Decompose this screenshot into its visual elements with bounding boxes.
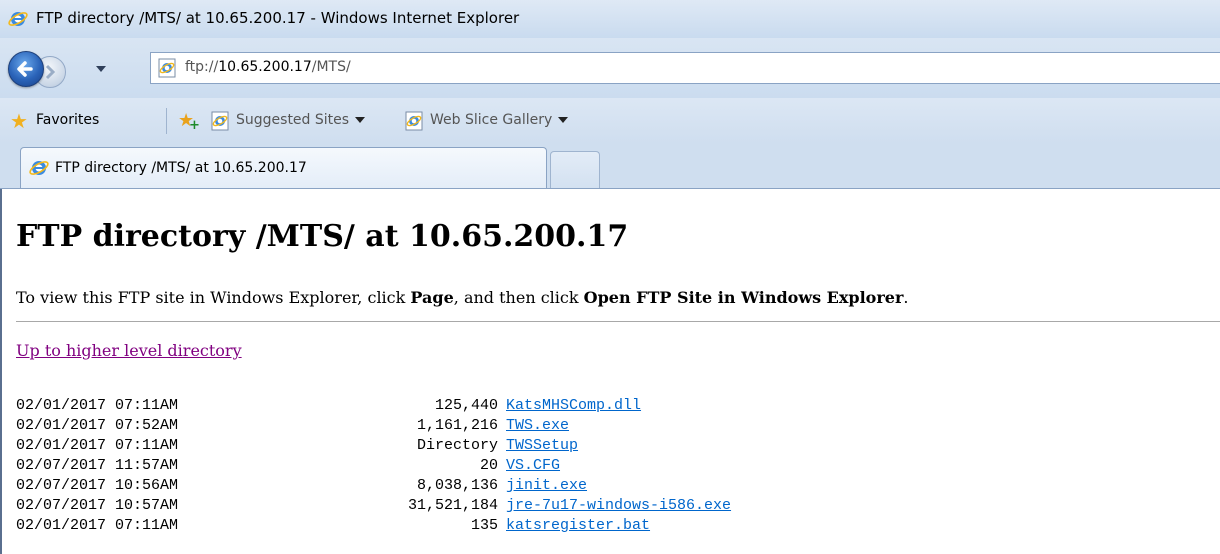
suggested-sites-icon	[211, 111, 229, 131]
file-size: 125,440	[434, 397, 498, 414]
navigation-bar: ftp://10.65.200.17/MTS/	[0, 38, 1220, 98]
add-to-favorites-bar-icon[interactable]: ★	[178, 111, 200, 137]
list-item: 02/01/2017 07:11AM 135 katsregister.bat	[16, 516, 731, 536]
web-slice-gallery-icon	[405, 111, 423, 131]
file-link[interactable]: jre-7u17-windows-i586.exe	[506, 497, 731, 514]
tab-label: FTP directory /MTS/ at 10.65.200.17	[55, 160, 307, 176]
file-size: Directory	[416, 437, 498, 454]
page-content: FTP directory /MTS/ at 10.65.200.17 To v…	[0, 189, 1220, 554]
file-size: 8,038,136	[416, 477, 498, 494]
new-tab-button[interactable]	[550, 151, 600, 188]
file-link[interactable]: VS.CFG	[506, 457, 560, 474]
suggested-sites-link[interactable]: Suggested Sites	[236, 112, 366, 128]
list-item: 02/07/2017 11:57AM 20 VS.CFG	[16, 456, 731, 476]
folder-link[interactable]: TWSSetup	[506, 437, 578, 454]
address-url: ftp://10.65.200.17/MTS/	[185, 59, 351, 75]
file-date: 02/01/2017 07:11AM	[16, 397, 179, 414]
file-listing: 02/01/2017 07:11AM 125,440 KatsMHSComp.dll…	[16, 396, 731, 536]
tab-ftp-directory[interactable]: FTP directory /MTS/ at 10.65.200.17	[20, 147, 547, 188]
file-link[interactable]: KatsMHSComp.dll	[506, 397, 641, 414]
list-item: 02/07/2017 10:57AM 31,521,184 jre-7u17-win…	[16, 496, 731, 516]
back-arrow-icon	[17, 61, 33, 77]
internet-explorer-icon	[29, 161, 49, 175]
list-item: 02/01/2017 07:52AM 1,161,216 TWS.exe	[16, 416, 731, 436]
list-item: 02/01/2017 07:11AM Directory TWSSetup	[16, 436, 731, 456]
file-size: 20	[479, 457, 498, 474]
favorites-star-icon[interactable]: ★	[10, 111, 28, 131]
back-button[interactable]	[8, 51, 44, 87]
file-date: 02/07/2017 11:57AM	[16, 457, 179, 474]
file-date: 02/01/2017 07:11AM	[16, 517, 179, 534]
tab-bar: FTP directory /MTS/ at 10.65.200.17	[0, 143, 1220, 189]
file-date: 02/01/2017 07:52AM	[16, 417, 179, 434]
address-bar[interactable]: ftp://10.65.200.17/MTS/	[150, 52, 1220, 84]
list-item: 02/07/2017 10:56AM 8,038,136 jinit.exe	[16, 476, 731, 496]
file-link[interactable]: jinit.exe	[506, 477, 587, 494]
list-item: 02/01/2017 07:11AM 125,440 KatsMHSComp.dll	[16, 396, 731, 416]
up-directory-link[interactable]: Up to higher level directory	[16, 341, 242, 360]
file-link[interactable]: TWS.exe	[506, 417, 569, 434]
file-size: 135	[470, 517, 498, 534]
favorites-bar: ★ Favorites ★ Suggested Sites Web Slice …	[0, 98, 1220, 143]
file-size: 1,161,216	[416, 417, 498, 434]
window-title: FTP directory /MTS/ at 10.65.200.17 - Wi…	[36, 9, 520, 27]
chevron-down-icon	[355, 117, 366, 123]
divider	[16, 321, 1220, 322]
ftp-instructions: To view this FTP site in Windows Explore…	[16, 288, 909, 307]
web-slice-gallery-link[interactable]: Web Slice Gallery	[430, 112, 569, 128]
favorites-button[interactable]: Favorites	[36, 112, 99, 128]
file-date: 02/07/2017 10:57AM	[16, 497, 179, 514]
window-title-bar: FTP directory /MTS/ at 10.65.200.17 - Wi…	[0, 0, 1220, 39]
page-title: FTP directory /MTS/ at 10.65.200.17	[16, 219, 629, 254]
page-icon	[158, 58, 176, 78]
toolbar-separator	[166, 108, 167, 134]
file-date: 02/07/2017 10:56AM	[16, 477, 179, 494]
file-size: 31,521,184	[407, 497, 498, 514]
history-dropdown-icon[interactable]	[96, 66, 106, 72]
file-date: 02/01/2017 07:11AM	[16, 437, 179, 454]
file-link[interactable]: katsregister.bat	[506, 517, 650, 534]
internet-explorer-icon	[8, 12, 28, 26]
chevron-down-icon	[558, 117, 569, 123]
